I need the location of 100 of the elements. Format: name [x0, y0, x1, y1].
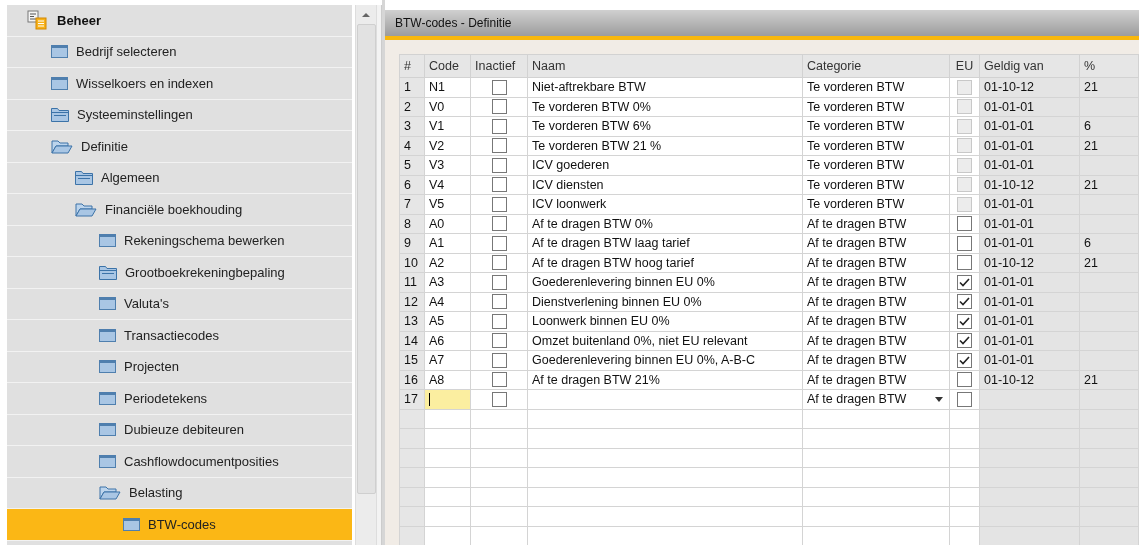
- column-header[interactable]: EU: [949, 54, 980, 78]
- tree-item-label: Periodetekens: [124, 390, 208, 406]
- name-cell: Omzet buitenland 0%, niet EU relevant: [527, 331, 803, 351]
- window-icon: [51, 76, 68, 90]
- tree-item-label: Transactiecodes: [124, 327, 219, 343]
- name-cell: Te vorderen BTW 6%: [527, 116, 803, 136]
- tree-item[interactable]: Financiële boekhouding: [7, 194, 353, 226]
- name-cell: Te vorderen BTW 0%: [527, 97, 803, 117]
- tree-item[interactable]: Dubieuze debiteuren: [7, 414, 353, 446]
- tree-item-label: Projecten: [124, 359, 179, 375]
- column-header[interactable]: Categorie: [802, 54, 950, 78]
- category-cell: Te vorderen BTW: [802, 136, 950, 156]
- code-cell[interactable]: V4: [424, 175, 471, 195]
- category-cell: Af te dragen BTW: [802, 292, 950, 312]
- tree-item[interactable]: Algemeen: [7, 162, 353, 194]
- eu-checkbox[interactable]: [957, 274, 972, 290]
- name-cell: Goederenlevering binnen EU 0%, A-B-C: [527, 350, 803, 370]
- column-header[interactable]: Naam: [527, 54, 803, 78]
- tree-item-label: Financiële boekhouding: [105, 201, 243, 217]
- scrollbar[interactable]: [355, 5, 376, 545]
- tree-item-label: Cashflowdocumentposities: [124, 453, 279, 469]
- category-cell: Af te dragen BTW: [802, 350, 950, 370]
- name-cell: Af te dragen BTW 21%: [527, 370, 803, 390]
- window-icon: [99, 328, 116, 342]
- category-cell: Af te dragen BTW: [802, 272, 950, 292]
- tree-item[interactable]: Rekeningschema bewerken: [7, 225, 353, 257]
- column-header[interactable]: #: [399, 54, 425, 78]
- name-cell: Niet-aftrekbare BTW: [527, 77, 803, 97]
- tree-item-label: Valuta's: [124, 296, 169, 312]
- scroll-up-icon[interactable]: [361, 12, 372, 18]
- code-cell[interactable]: N1: [424, 77, 471, 97]
- code-cell[interactable]: A2: [424, 253, 471, 273]
- scroll-thumb[interactable]: [356, 24, 376, 494]
- code-cell[interactable]: V3: [424, 155, 471, 175]
- caret-icon[interactable]: [935, 397, 943, 402]
- code-cell[interactable]: A8: [424, 370, 471, 390]
- eu-checkbox[interactable]: [957, 333, 972, 349]
- code-cell[interactable]: V5: [424, 194, 471, 214]
- code-cell[interactable]: A6: [424, 331, 471, 351]
- category-cell: Af te dragen BTW: [802, 253, 950, 273]
- window-icon: [99, 454, 116, 468]
- tree-item[interactable]: Valuta's: [7, 288, 353, 320]
- tree-item[interactable]: Projecten: [7, 351, 353, 383]
- tree-item-label: Beheer: [57, 12, 102, 28]
- category-cell: Af te dragen BTW: [802, 311, 950, 331]
- tree-item[interactable]: Cashflowdocumentposities: [7, 446, 353, 478]
- category-dropdown[interactable]: Af te dragen BTW: [802, 389, 950, 409]
- eu-checkbox[interactable]: [957, 255, 972, 271]
- name-cell: ICV goederen: [527, 155, 803, 175]
- tree-item-label: Algemeen: [101, 170, 160, 186]
- category-cell: Af te dragen BTW: [802, 331, 950, 351]
- tree-item[interactable]: Beheer: [7, 5, 353, 37]
- code-cell[interactable]: A5: [424, 311, 471, 331]
- name-cell: ICV diensten: [527, 175, 803, 195]
- open-folder-icon: [75, 201, 97, 217]
- code-cell[interactable]: A7: [424, 350, 471, 370]
- tree-item-label: Definitie: [81, 138, 128, 154]
- name-cell: Loonwerk binnen EU 0%: [527, 311, 803, 331]
- eu-checkbox[interactable]: [957, 372, 972, 388]
- window-icon: [99, 297, 116, 311]
- open-folder-icon: [51, 138, 73, 154]
- folder-icon: [51, 107, 69, 123]
- folder-icon: [99, 264, 117, 280]
- window-icon: [99, 423, 116, 437]
- code-cell[interactable]: V0: [424, 97, 471, 117]
- code-cell[interactable]: V2: [424, 136, 471, 156]
- category-cell: Te vorderen BTW: [802, 194, 950, 214]
- name-cell: Goederenlevering binnen EU 0%: [527, 272, 803, 292]
- window-icon: [99, 234, 116, 248]
- open-folder-icon: [99, 485, 121, 501]
- eu-checkbox[interactable]: [957, 391, 972, 407]
- tree-item[interactable]: Systeeminstellingen: [7, 99, 353, 131]
- code-cell[interactable]: A4: [424, 292, 471, 312]
- tree-item-label: Wisselkoers en indexen: [76, 75, 214, 91]
- column-header[interactable]: %: [1079, 54, 1139, 78]
- tree-item[interactable]: Transactiecodes: [7, 320, 353, 352]
- eu-checkbox[interactable]: [957, 352, 972, 368]
- window-icon: [99, 391, 116, 405]
- eu-checkbox[interactable]: [957, 294, 972, 310]
- eu-checkbox[interactable]: [957, 235, 972, 251]
- tree-item-label: Systeeminstellingen: [77, 107, 193, 123]
- tree-item-label: BTW-codes: [148, 516, 216, 532]
- name-cell: Af te dragen BTW laag tarief: [527, 233, 803, 253]
- column-header[interactable]: Inactief: [470, 54, 528, 78]
- eu-checkbox[interactable]: [957, 313, 972, 329]
- tree-item[interactable]: Periodetekens: [7, 383, 353, 415]
- code-cell[interactable]: V1: [424, 116, 471, 136]
- tree-item[interactable]: Grootboekrekeningbepaling: [7, 257, 353, 289]
- code-cell[interactable]: A3: [424, 272, 471, 292]
- column-header[interactable]: Geldig van: [979, 54, 1080, 78]
- tree-item[interactable]: Wisselkoers en indexen: [7, 68, 353, 100]
- tree-item-label: Rekeningschema bewerken: [124, 233, 285, 249]
- code-cell[interactable]: A0: [424, 214, 471, 234]
- tree-item[interactable]: Bedrijf selecteren: [7, 36, 353, 68]
- eu-checkbox[interactable]: [957, 216, 972, 232]
- tree-item[interactable]: BTW-codes: [7, 509, 353, 541]
- name-cell: Af te dragen BTW hoog tarief: [527, 253, 803, 273]
- column-header[interactable]: Code: [424, 54, 471, 78]
- tree-item[interactable]: Definitie: [7, 131, 353, 163]
- code-cell[interactable]: A1: [424, 233, 471, 253]
